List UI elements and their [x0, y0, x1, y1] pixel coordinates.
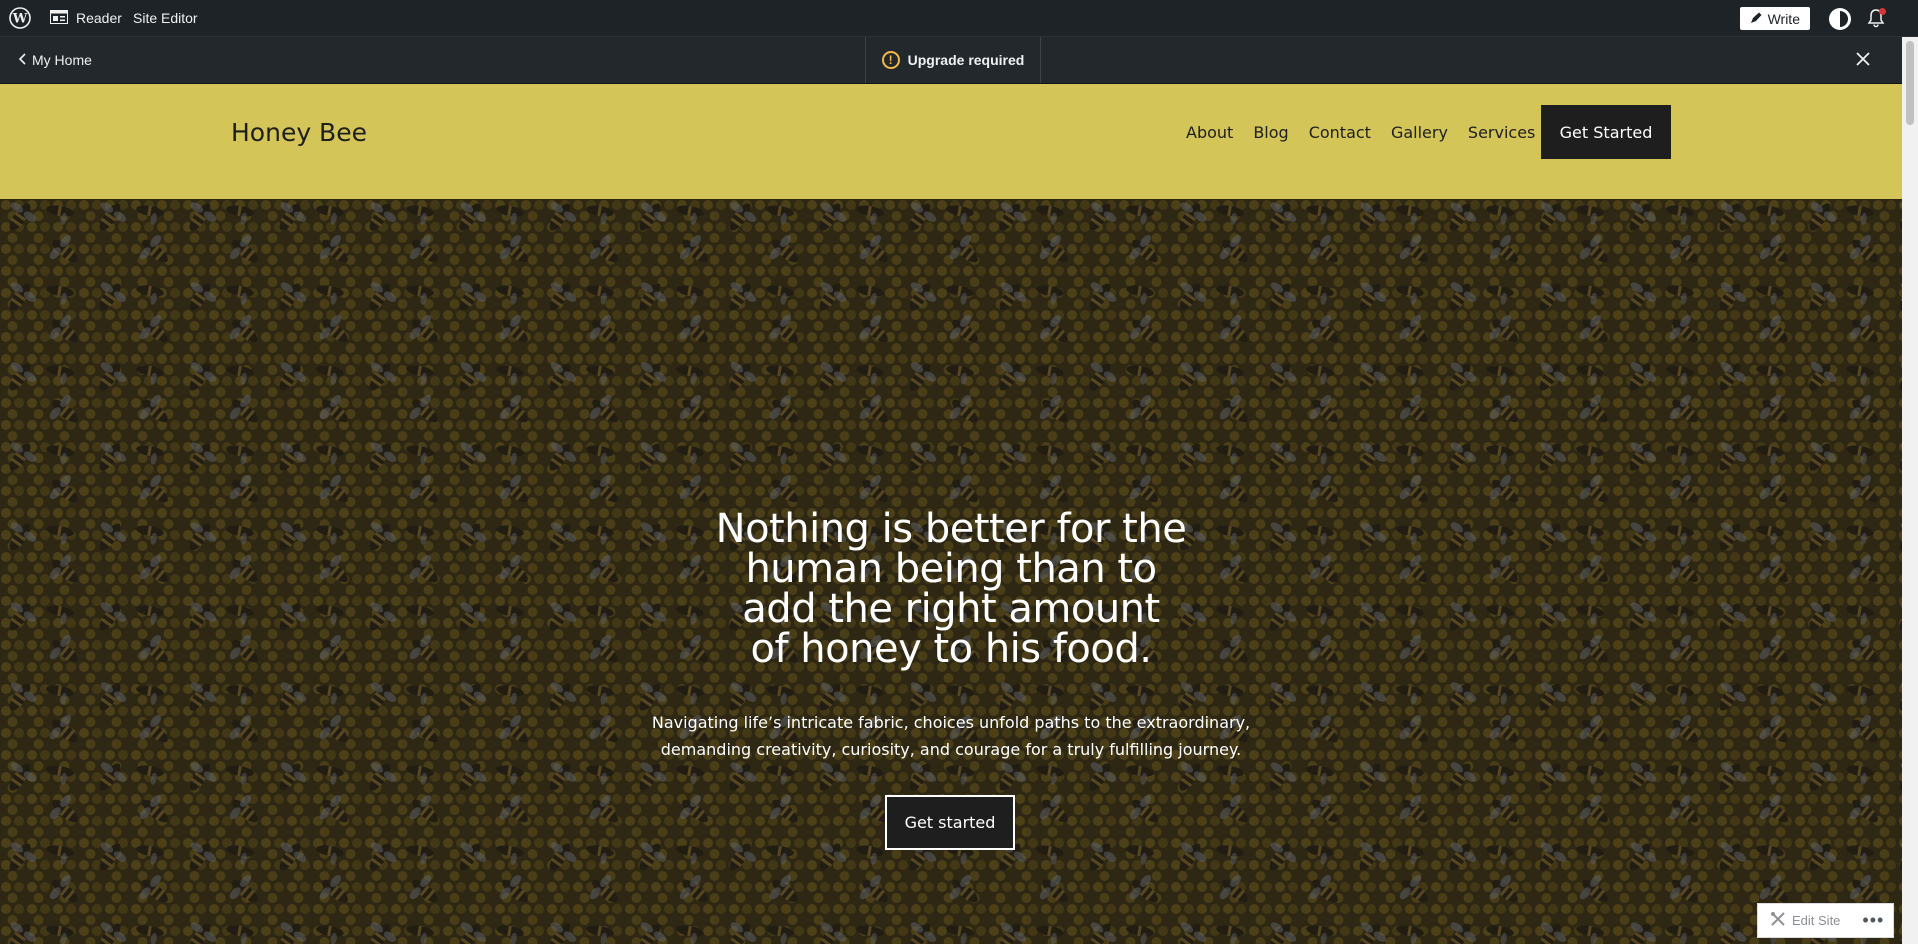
- reader-label: Reader: [76, 10, 122, 26]
- bell-icon[interactable]: [1866, 8, 1886, 28]
- site-editor-link[interactable]: Site Editor: [133, 0, 198, 36]
- site-title[interactable]: Honey Bee: [231, 118, 367, 147]
- hero-heading-line: human being than to: [745, 546, 1157, 592]
- get-started-button[interactable]: Get Started: [1541, 105, 1671, 159]
- pencil-icon: [1750, 11, 1762, 27]
- nav-item-about[interactable]: About: [1186, 123, 1233, 142]
- hero-heading-line: add the right amount: [742, 586, 1160, 632]
- scrollbar-thumb[interactable]: [1906, 41, 1914, 125]
- my-home-link[interactable]: My Home: [18, 37, 92, 83]
- hero-content: Nothing is better for the human being th…: [0, 199, 1902, 944]
- primary-navigation: About Blog Contact Gallery Services: [1186, 123, 1535, 142]
- admin-bar: W Reader Site Editor Write: [0, 0, 1918, 37]
- avatar[interactable]: [1829, 8, 1851, 30]
- write-button[interactable]: Write: [1739, 7, 1810, 30]
- hero-get-started-button[interactable]: Get started: [885, 795, 1015, 850]
- upgrade-label: Upgrade required: [907, 52, 1025, 68]
- site-editor-label: Site Editor: [133, 10, 198, 26]
- upgrade-required-notice[interactable]: ! Upgrade required: [865, 37, 1041, 83]
- edit-site-widget: Edit Site •••: [1757, 903, 1894, 938]
- chevron-left-icon: [18, 52, 26, 68]
- write-label: Write: [1767, 10, 1800, 27]
- nav-item-contact[interactable]: Contact: [1309, 123, 1371, 142]
- warning-icon: !: [881, 51, 900, 69]
- hero-section: Nothing is better for the human being th…: [0, 199, 1902, 944]
- hero-subtext-line: Navigating life’s intricate fabric, choi…: [651, 713, 1251, 732]
- close-icon[interactable]: [1852, 49, 1874, 71]
- svg-text:W: W: [12, 12, 28, 27]
- page-scrollbar[interactable]: [1902, 37, 1918, 944]
- hero-subtext-line: demanding creativity, curiosity, and cou…: [660, 740, 1242, 759]
- hero-heading: Nothing is better for the human being th…: [701, 509, 1201, 669]
- preview-bar: My Home ! Upgrade required: [0, 37, 1902, 84]
- hero-heading-line: of honey to his food.: [750, 626, 1152, 672]
- tools-icon: [1770, 911, 1786, 930]
- wordpress-logo-icon[interactable]: W: [8, 0, 32, 36]
- nav-item-blog[interactable]: Blog: [1253, 123, 1288, 142]
- edit-site-label: Edit Site: [1792, 913, 1841, 928]
- hero-heading-line: Nothing is better for the: [715, 506, 1187, 552]
- notification-dot: [1879, 8, 1886, 15]
- my-home-label: My Home: [32, 52, 92, 68]
- nav-item-gallery[interactable]: Gallery: [1391, 123, 1448, 142]
- edit-site-button[interactable]: Edit Site: [1758, 911, 1840, 930]
- more-options-icon[interactable]: •••: [1862, 910, 1884, 931]
- reader-link[interactable]: Reader: [50, 0, 122, 36]
- site-header: Honey Bee About Blog Contact Gallery Ser…: [0, 84, 1902, 199]
- nav-item-services[interactable]: Services: [1468, 123, 1535, 142]
- hero-subtext: Navigating life’s intricate fabric, choi…: [651, 709, 1251, 763]
- reader-icon: [50, 9, 68, 27]
